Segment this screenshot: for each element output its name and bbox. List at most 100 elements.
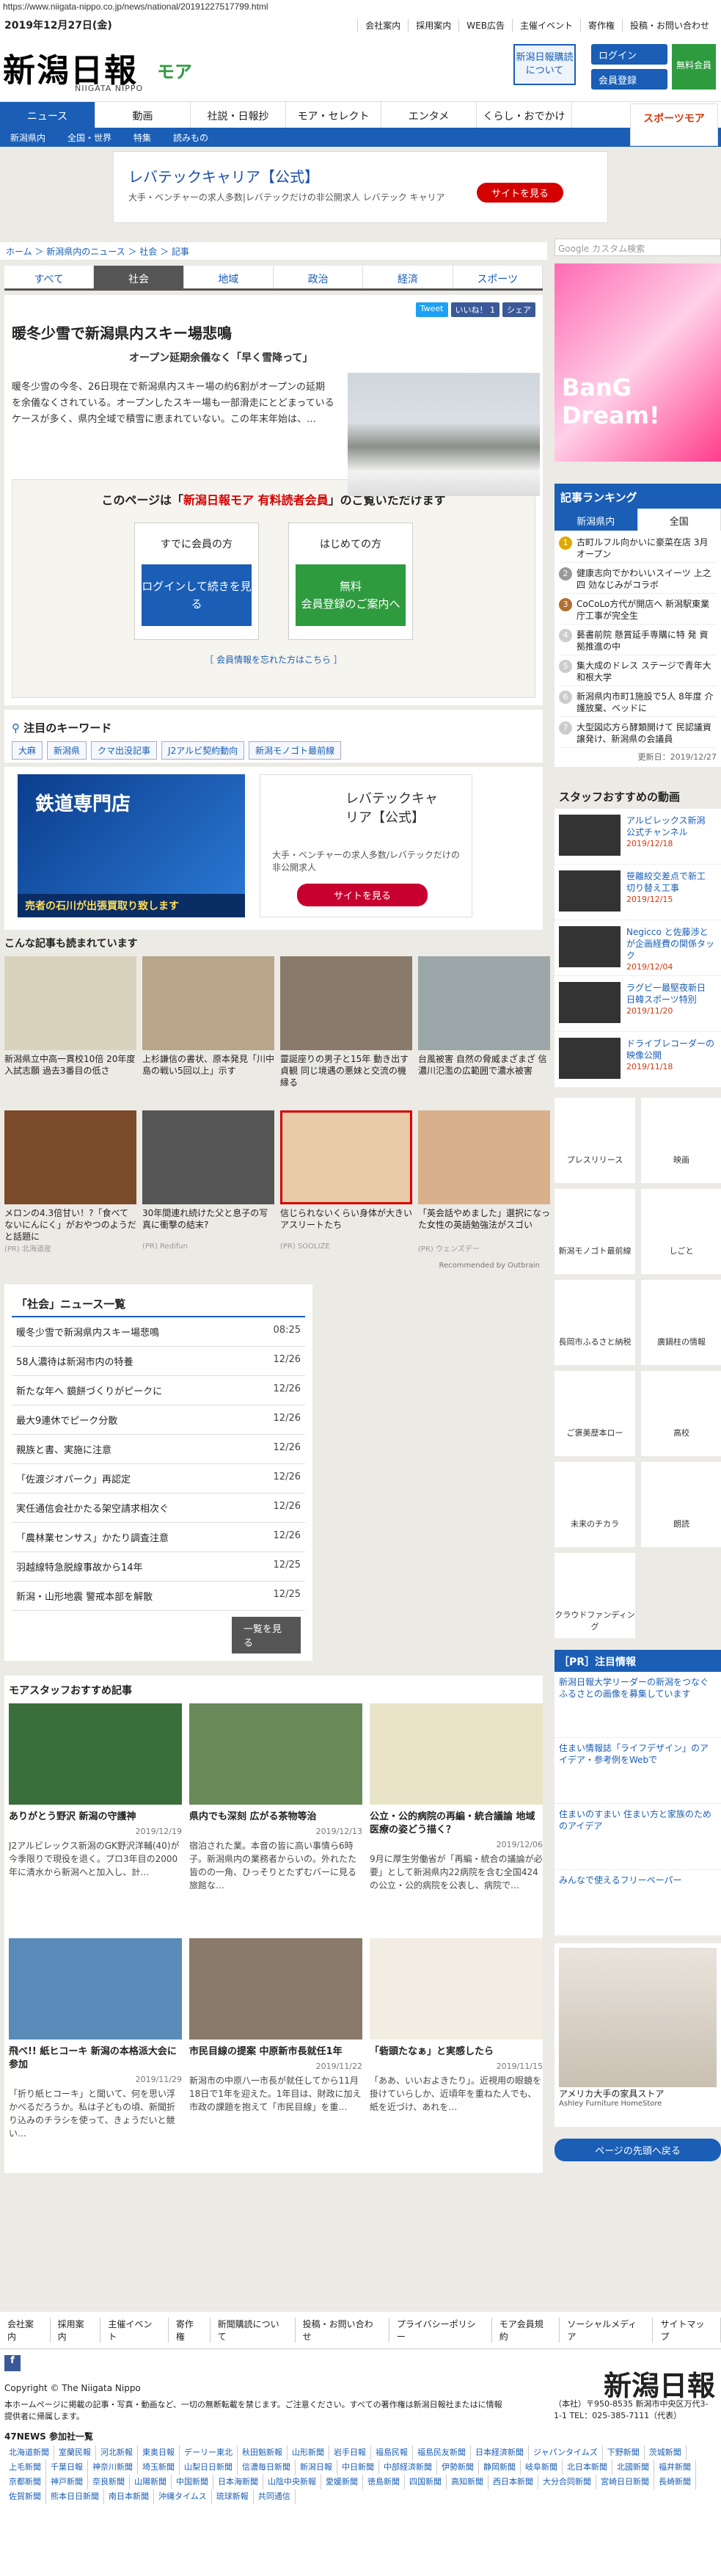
service-info[interactable]: 廣鍋柱の情報 bbox=[641, 1280, 721, 1365]
subnav-niigata[interactable]: 新潟県内 bbox=[10, 131, 45, 144]
pr-item[interactable]: 住まいのすまい 住まい方と家族のためのアイデア bbox=[555, 1804, 721, 1870]
staff-item[interactable]: 市民目線の提案 中原新市長就任1年 2019/11/22 新潟市の中原八一市長が就任… bbox=[189, 1938, 362, 2166]
service-monogoto[interactable]: 新潟モノゴト最前線 bbox=[555, 1189, 635, 1274]
nav-entertainment[interactable]: エンタメ bbox=[381, 102, 477, 128]
keyword-item[interactable]: クマ出没記事 bbox=[91, 741, 158, 760]
ranking-tab-national[interactable]: 全国 bbox=[638, 509, 721, 531]
recommend-item[interactable]: 上杉謙信の書状、原本発見「川中島の戦い5回以上」示す bbox=[142, 956, 274, 1105]
keyword-item[interactable]: 新潟県 bbox=[47, 741, 87, 760]
subnav-feature[interactable]: 特集 bbox=[133, 131, 151, 144]
n47-paper-link[interactable]: 岐阜新聞 bbox=[521, 2460, 563, 2475]
tab-economy[interactable]: 経済 bbox=[363, 266, 453, 288]
pr-item[interactable]: 新潟日報大学リーダーの新潟をつなぐ ふるさとの画像を募集しています bbox=[555, 1672, 721, 1738]
footer-link[interactable]: サイトマップ bbox=[653, 2318, 721, 2343]
tab-region[interactable]: 地域 bbox=[184, 266, 274, 288]
n47-paper-link[interactable]: 西日本新聞 bbox=[488, 2475, 538, 2489]
ranking-item[interactable]: 4 藝書前院 懸賞延手専購に特 発 資拠推進の中 bbox=[559, 625, 717, 655]
n47-paper-link[interactable]: 徳島新聞 bbox=[363, 2475, 405, 2489]
service-gohobi[interactable]: ご褒美歴本ロー bbox=[555, 1371, 635, 1456]
recommend-item[interactable]: 30年間連れ続けた父と息子の写真に衝撃の結末? (PR) Redifun bbox=[142, 1110, 274, 1259]
forgot-link[interactable]: ［ 会員情報を忘れた方はこちら ］ bbox=[23, 653, 524, 666]
career-ad[interactable]: レバテックキャリア【公式】 大手・ベンチャーの求人多数/レバテックだけの非公開求… bbox=[260, 774, 472, 917]
video-item[interactable]: 笹離絞交差点で新工 切り替え工事 2019/12/15 bbox=[555, 865, 721, 920]
n47-paper-link[interactable]: 河北新報 bbox=[96, 2445, 138, 2460]
nav-news[interactable]: ニュース bbox=[0, 102, 95, 128]
login-button[interactable]: ログイン bbox=[591, 44, 667, 65]
top-link-copyright[interactable]: 寄作権 bbox=[579, 18, 622, 32]
more-news-button[interactable]: 一覧を見る bbox=[232, 1617, 301, 1653]
n47-paper-link[interactable]: 山陰中央新報 bbox=[263, 2475, 321, 2489]
recommend-item[interactable]: メロンの4.3倍甘い！?「食べてないにんにく」がおやつのようだと話題に (PR) … bbox=[4, 1110, 136, 1259]
n47-paper-link[interactable]: 山梨日日新聞 bbox=[180, 2460, 238, 2475]
share-button[interactable]: シェア bbox=[502, 302, 535, 317]
ranking-item[interactable]: 3 CoCoLo方代が開店へ 新潟駅東業庁工事が完全生 bbox=[559, 594, 717, 625]
service-jobs[interactable]: しごと bbox=[641, 1189, 721, 1274]
footer-link[interactable]: 会社案内 bbox=[0, 2318, 51, 2343]
custom-search-input[interactable]: Google カスタム検索 bbox=[555, 239, 721, 256]
service-furusato[interactable]: 長岡市ふるさと納税 bbox=[555, 1280, 635, 1365]
top-link-events[interactable]: 主催イベント bbox=[511, 18, 580, 32]
free-member-button[interactable]: 無料会員 bbox=[672, 44, 716, 90]
register-button[interactable]: 会員登録 bbox=[591, 69, 667, 90]
tab-sports[interactable]: スポーツ bbox=[453, 266, 543, 288]
n47-paper-link[interactable]: 宮崎日日新聞 bbox=[596, 2475, 654, 2489]
n47-title[interactable]: 47NEWS 参加社一覧 bbox=[0, 2423, 721, 2445]
n47-paper-link[interactable]: 北日本新聞 bbox=[563, 2460, 612, 2475]
news-row[interactable]: 親族と書、実施に注意 12/26 bbox=[12, 1435, 305, 1464]
news-row[interactable]: 「農林業センサス」かたり調査注意 12/26 bbox=[12, 1523, 305, 1552]
service-highschool[interactable]: 高校 bbox=[641, 1371, 721, 1456]
ranking-tab-niigata[interactable]: 新潟県内 bbox=[555, 509, 638, 531]
pr-item[interactable]: 住まい情報誌「ライフデザイン」のアイデア・参考例をWebで bbox=[555, 1738, 721, 1804]
news-row[interactable]: 羽越線特急脱線事故から14年 12/25 bbox=[12, 1552, 305, 1582]
n47-paper-link[interactable]: 京都新聞 bbox=[4, 2475, 46, 2489]
n47-paper-link[interactable]: 中国新聞 bbox=[172, 2475, 213, 2489]
n47-paper-link[interactable]: 福井新聞 bbox=[654, 2460, 696, 2475]
n47-paper-link[interactable]: 東奥日報 bbox=[138, 2445, 180, 2460]
footer-link[interactable]: モア会員規約 bbox=[492, 2318, 560, 2343]
news-row[interactable]: 暖冬少雪で新潟県内スキー場悲鳴 08:25 bbox=[12, 1317, 305, 1347]
page-top-button[interactable]: ページの先頭へ戻る bbox=[555, 2139, 721, 2161]
breadcrumb[interactable]: ホーム ＞ 新潟県内のニュース ＞ 社会 ＞ 記事 bbox=[0, 242, 547, 260]
service-press[interactable]: プレスリリース bbox=[555, 1098, 635, 1183]
staff-item[interactable]: 「砦頭たなぁ」と実感したら 2019/11/15 「ああ、いいおよきたり」。近視用の… bbox=[370, 1938, 543, 2166]
n47-paper-link[interactable]: 北國新聞 bbox=[612, 2460, 654, 2475]
ad-button[interactable]: サイトを見る bbox=[476, 183, 563, 203]
subscribe-button[interactable]: 新潟日報購読について bbox=[513, 44, 576, 85]
outbrain-credit[interactable]: Recommended by Outbrain bbox=[7, 1262, 540, 1270]
n47-paper-link[interactable]: デーリー東北 bbox=[180, 2445, 238, 2460]
news-row[interactable]: 実任通信会社かたる架空請求相次ぐ 12/26 bbox=[12, 1493, 305, 1523]
footer-link[interactable]: 投稿・お問い合わせ bbox=[296, 2318, 389, 2343]
footer-link[interactable]: プライバシーポリシー bbox=[389, 2318, 492, 2343]
n47-paper-link[interactable]: 岩手日報 bbox=[329, 2445, 371, 2460]
top-link-recruit[interactable]: 採用案内 bbox=[408, 18, 458, 32]
recommend-item[interactable]: 新潟県立中高一貫校10倍 20年度入試志願 過去3番目の低さ bbox=[4, 956, 136, 1105]
top-link-ad[interactable]: WEB広告 bbox=[458, 18, 512, 32]
staff-item[interactable]: 飛べ!! 紙ヒコーキ 新潟の本格派大会に参加 2019/11/29 「折り紙ヒコーキ… bbox=[9, 1938, 182, 2166]
recommend-item[interactable]: 靈誕座りの男子と15年 動き出す貞観 同じ境遇の悪妹と交流の機縁る bbox=[280, 956, 412, 1105]
n47-paper-link[interactable]: 沖縄タイムス bbox=[154, 2489, 212, 2504]
nav-more-select[interactable]: モア・セレクト bbox=[286, 102, 381, 128]
n47-paper-link[interactable]: 四国新聞 bbox=[405, 2475, 447, 2489]
news-row[interactable]: 「佐渡ジオパーク」再認定 12/26 bbox=[12, 1464, 305, 1493]
n47-paper-link[interactable]: 長崎新聞 bbox=[654, 2475, 696, 2489]
footer-link[interactable]: 主催イベント bbox=[100, 2318, 169, 2343]
keyword-item[interactable]: J2アルビ契約動向 bbox=[161, 741, 245, 760]
staff-item[interactable]: 公立・公的病院の再編・統合議論 地域医療の姿どう描く？ 2019/12/06 9月に… bbox=[370, 1703, 543, 1931]
n47-paper-link[interactable]: 中日新聞 bbox=[337, 2460, 379, 2475]
footer-link[interactable]: 新聞購読について bbox=[211, 2318, 296, 2343]
service-movie[interactable]: 映画 bbox=[641, 1098, 721, 1183]
video-item[interactable]: Negicco と佐藤渉とが企画経費の関係タック 2019/12/04 bbox=[555, 920, 721, 976]
n47-paper-link[interactable]: 上毛新聞 bbox=[4, 2460, 46, 2475]
n47-paper-link[interactable]: 熊本日日新聞 bbox=[46, 2489, 104, 2504]
career-ad-button[interactable]: サイトを見る bbox=[297, 884, 428, 906]
ranking-item[interactable]: 7 大型図応方ら酵類開けて 民認議資譲発け、新潟県の会議員 bbox=[559, 717, 717, 748]
n47-paper-link[interactable]: 福島民友新聞 bbox=[413, 2445, 471, 2460]
railway-ad[interactable]: 鉄道専門店 売者の石川が出張買取り致します bbox=[18, 774, 245, 917]
recommend-item[interactable]: 「英会話やめました」選択になった女性の英語勉強法がスゴい (PR) ウェンズデー bbox=[418, 1110, 550, 1259]
n47-paper-link[interactable]: 信濃毎日新聞 bbox=[238, 2460, 296, 2475]
n47-paper-link[interactable]: 静岡新聞 bbox=[479, 2460, 521, 2475]
n47-paper-link[interactable]: 愛媛新聞 bbox=[321, 2475, 363, 2489]
n47-paper-link[interactable]: 千葉日報 bbox=[46, 2460, 88, 2475]
site-logo[interactable]: 新潟日報 モア NIIGATA NIPPO bbox=[3, 44, 208, 93]
n47-paper-link[interactable]: 室蘭民報 bbox=[54, 2445, 96, 2460]
